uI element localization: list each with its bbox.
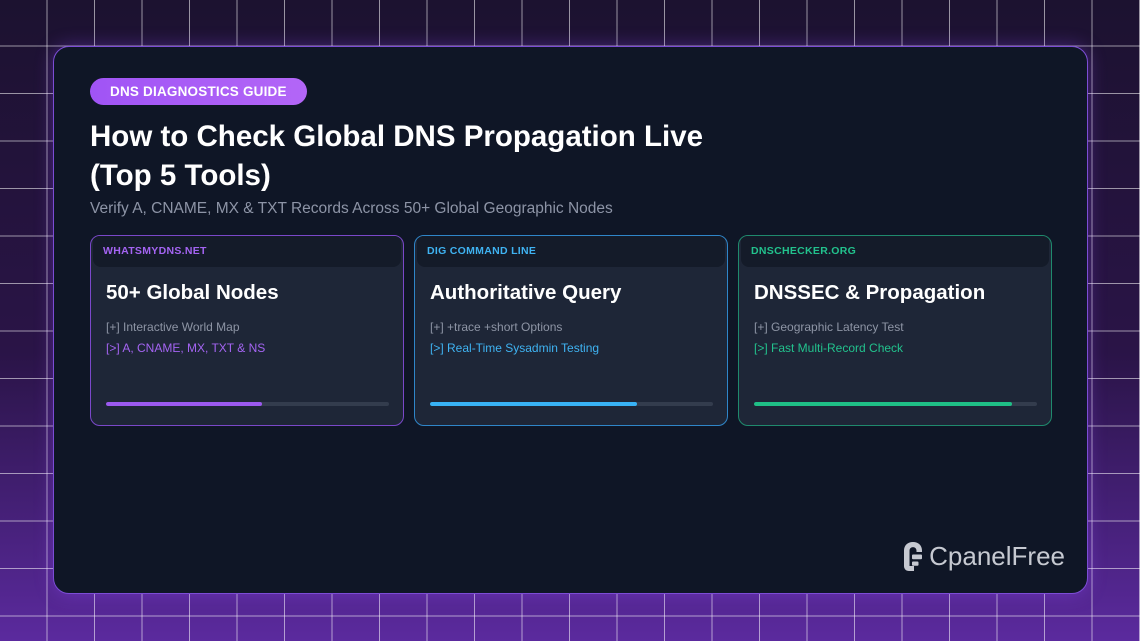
tool-card-dnschecker[interactable]: DNSCHECKER.ORG DNSSEC & Propagation [+] … <box>738 235 1052 426</box>
tool-card-progress-track <box>754 402 1037 406</box>
brand-logo[interactable]: CpanelFree <box>901 539 1065 573</box>
tool-card-highlight: [>] Fast Multi-Record Check <box>754 341 904 355</box>
brand-name: CpanelFree <box>929 541 1065 571</box>
tool-card-whatsmydns[interactable]: WHATSMYDNS.NET 50+ Global Nodes [+] Inte… <box>90 235 404 426</box>
tool-card-tag: WHATSMYDNS.NET <box>93 236 401 267</box>
tool-card-feature: [+] Geographic Latency Test <box>754 320 904 334</box>
tool-card-dig[interactable]: DIG COMMAND LINE Authoritative Query [+]… <box>414 235 728 426</box>
tool-card-progress-fill <box>754 402 1012 406</box>
tool-card-tag: DIG COMMAND LINE <box>417 236 725 267</box>
tool-card-grid: WHATSMYDNS.NET 50+ Global Nodes [+] Inte… <box>90 235 1052 426</box>
tool-card-progress-track <box>106 402 389 406</box>
tool-card-tag: DNSCHECKER.ORG <box>741 236 1049 267</box>
tool-card-feature: [+] Interactive World Map <box>106 320 240 334</box>
tool-card-title: DNSSEC & Propagation <box>754 281 986 304</box>
cpanel-free-logo-icon <box>904 542 923 571</box>
tool-card-progress-track <box>430 402 713 406</box>
hero-panel: DNS DIAGNOSTICS GUIDE How to Check Globa… <box>53 46 1088 594</box>
tool-card-title: Authoritative Query <box>430 281 622 304</box>
tool-card-highlight: [>] Real-Time Sysadmin Testing <box>430 341 600 355</box>
page-title: How to Check Global DNS Propagation Live… <box>90 120 704 192</box>
tool-card-progress-fill <box>430 402 637 406</box>
tool-card-title: 50+ Global Nodes <box>106 281 279 304</box>
tool-card-progress-fill <box>106 402 262 406</box>
tool-card-feature: [+] +trace +short Options <box>430 320 563 334</box>
page-subtitle: Verify A, CNAME, MX & TXT Records Across… <box>90 200 613 217</box>
tool-card-highlight: [>] A, CNAME, MX, TXT & NS <box>106 341 266 355</box>
category-badge: DNS DIAGNOSTICS GUIDE <box>90 78 307 105</box>
